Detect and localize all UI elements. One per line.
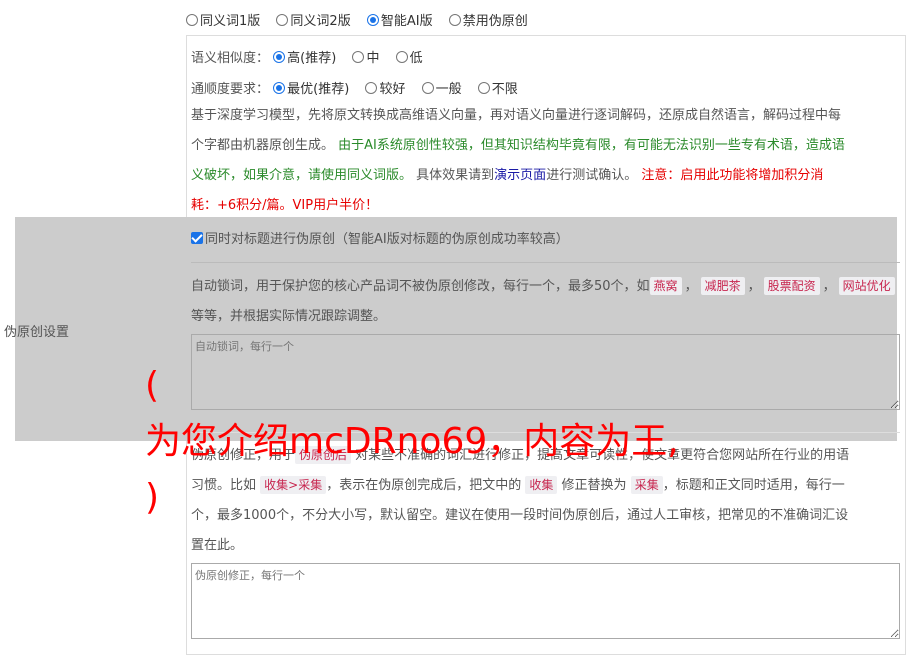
- fix-words-textarea[interactable]: [191, 563, 900, 639]
- description-text: 等等，并根据实际情况跟踪调整。: [191, 309, 387, 324]
- radio-icon[interactable]: [186, 14, 198, 26]
- description-text: 修正替换为: [561, 478, 627, 493]
- mode-option-ai[interactable]: 智能AI版: [366, 10, 433, 29]
- lock-words-description: 自动锁词，用于保护您的核心产品词不被伪原创修改，每行一个，最多50个，如 燕窝，减…: [191, 272, 901, 332]
- description-text: 个字都由机器原创生成。: [191, 138, 335, 153]
- description-text: 对某些不准确的词汇进行修正，提高文章可读性，使文章更符合您网站所在行业的用语: [355, 448, 850, 463]
- radio-icon[interactable]: [448, 14, 461, 26]
- option-label: 较好: [379, 82, 406, 97]
- lock-words-textarea[interactable]: [191, 334, 900, 410]
- mode-option-label: 同义词1版: [200, 14, 261, 29]
- radio-selected-icon[interactable]: [366, 14, 379, 26]
- description-text: 自动锁词，用于保护您的核心产品词不被伪原创修改，每行一个，最多50个，如: [191, 279, 650, 294]
- description-line: 个字都由机器原创生成。 由于AI系统原创性较强，但其知识结构毕竟有限，有可能无法…: [191, 131, 901, 161]
- similarity-row: 语义相似度： 高(推荐) 中 低: [191, 47, 435, 66]
- example-tag: 减肥茶: [700, 277, 745, 295]
- example-tag: 收集: [525, 476, 558, 494]
- checkbox-checked-icon[interactable]: [191, 232, 203, 244]
- description-warning-green: 义破坏，如果介意，请使用同义词版。: [191, 168, 413, 183]
- fix-words-description: 伪原创修正，用于 伪原创后 对某些不准确的词汇进行修正，提高文章可读性，使文章更符…: [191, 441, 901, 561]
- example-tag: 伪原创后: [295, 446, 352, 464]
- fluency-label: 通顺度要求：: [191, 82, 270, 97]
- description-line: 义破坏，如果介意，请使用同义词版。 具体效果请到演示页面进行测试确认。 注意：启…: [191, 161, 901, 191]
- description-text: ，标题和正文同时适用，每行一: [662, 478, 845, 493]
- description-text: 伪原创修正，用于: [191, 448, 296, 463]
- example-tag: 收集>采集: [260, 476, 327, 494]
- title-checkbox-row[interactable]: 同时对标题进行伪原创（智能AI版对标题的伪原创成功率较高）: [191, 228, 569, 247]
- section-label: 伪原创设置: [4, 325, 70, 340]
- description-line: 基于深度学习模型，先将原文转换成高维语义向量，再对语义向量进行逐词解码，还原成自…: [191, 108, 842, 123]
- radio-icon[interactable]: [421, 82, 434, 94]
- description-text: ，表示在伪原创完成后，把文中的: [326, 478, 522, 493]
- mode-option-synonym2[interactable]: 同义词2版: [276, 10, 351, 29]
- radio-icon[interactable]: [365, 82, 378, 94]
- example-tag: 燕窝: [649, 277, 682, 295]
- fluency-option-unlimited[interactable]: 不限: [477, 78, 518, 97]
- radio-icon[interactable]: [395, 51, 408, 63]
- example-tag: 网站优化: [838, 277, 895, 295]
- similarity-label: 语义相似度：: [191, 51, 270, 66]
- mode-option-label: 智能AI版: [380, 14, 433, 29]
- demo-page-link[interactable]: 演示页面: [494, 168, 546, 183]
- description-text: 具体效果请到: [416, 168, 495, 183]
- title-checkbox-label: 同时对标题进行伪原创（智能AI版对标题的伪原创成功率较高）: [205, 232, 569, 247]
- description-line: 自动锁词，用于保护您的核心产品词不被伪原创修改，每行一个，最多50个，如 燕窝，减…: [191, 272, 901, 332]
- description-line: 个，最多1000个，不分大小写，默认留空。建议在使用一段时间伪原创后，通过人工审…: [191, 508, 849, 523]
- fluency-option-best[interactable]: 最优(推荐): [273, 78, 349, 97]
- mode-option-synonym1[interactable]: 同义词1版: [186, 10, 260, 29]
- ai-description: 基于深度学习模型，先将原文转换成高维语义向量，再对语义向量进行逐词解码，还原成自…: [191, 101, 901, 221]
- mode-option-disable[interactable]: 禁用伪原创: [448, 10, 528, 29]
- radio-icon[interactable]: [276, 14, 289, 26]
- description-notice-red: 注意：启用此功能将增加积分消: [641, 168, 824, 183]
- description-line: 伪原创修正，用于 伪原创后 对某些不准确的词汇进行修正，提高文章可读性，使文章更符…: [191, 441, 901, 471]
- radio-icon[interactable]: [352, 51, 365, 63]
- tag-separator: ，: [747, 279, 761, 294]
- option-label: 不限: [491, 82, 518, 97]
- similarity-option-high[interactable]: 高(推荐): [273, 47, 336, 66]
- option-label: 中: [366, 51, 380, 66]
- divider: [191, 432, 900, 433]
- divider: [191, 262, 900, 263]
- tag-separator: ，: [822, 279, 836, 294]
- radio-selected-icon[interactable]: [273, 82, 286, 94]
- description-text: 习惯。比如: [191, 478, 257, 493]
- fluency-option-normal[interactable]: 一般: [421, 78, 462, 97]
- option-label: 最优(推荐): [287, 82, 350, 97]
- radio-selected-icon[interactable]: [273, 51, 286, 63]
- similarity-option-low[interactable]: 低: [395, 47, 423, 66]
- mode-option-label: 禁用伪原创: [462, 14, 528, 29]
- fluency-option-good[interactable]: 较好: [365, 78, 405, 97]
- example-tag: 采集: [630, 476, 663, 494]
- description-line: 置在此。: [191, 538, 244, 553]
- option-label: 一般: [435, 82, 462, 97]
- description-line: 习惯。比如 收集>采集 ，表示在伪原创完成后，把文中的 收集 修正替换为 采集 ，标…: [191, 471, 901, 501]
- similarity-option-medium[interactable]: 中: [352, 47, 379, 66]
- mode-selector: 同义词1版 同义词2版 智能AI版 禁用伪原创: [186, 10, 540, 29]
- mode-option-label: 同义词2版: [290, 14, 351, 29]
- option-label: 高(推荐): [287, 51, 337, 66]
- example-tag: 股票配资: [763, 277, 820, 295]
- fluency-row: 通顺度要求： 最优(推荐) 较好 一般 不限: [191, 78, 530, 97]
- option-label: 低: [409, 51, 423, 66]
- tag-separator: ，: [684, 279, 698, 294]
- description-warning-green: 由于AI系统原创性较强，但其知识结构毕竟有限，有可能无法识别一些专有术语，造成语: [338, 138, 845, 153]
- description-text: 进行测试确认。: [546, 168, 638, 183]
- radio-icon[interactable]: [477, 82, 490, 94]
